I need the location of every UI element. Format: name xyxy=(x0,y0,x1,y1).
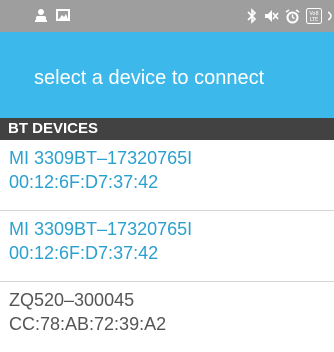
device-address: CC:78:AB:72:39:A2 xyxy=(9,314,167,334)
device-list-item[interactable]: MI 3309BT–17320765I 00:12:6F:D7:37:42 xyxy=(0,140,334,208)
device-name: ZQ520–300045 xyxy=(9,290,135,310)
alarm-icon xyxy=(285,8,300,24)
status-bar: Vo8 LTE xyxy=(0,0,334,32)
bluetooth-icon xyxy=(247,8,257,24)
device-address: 00:12:6F:D7:37:42 xyxy=(9,243,159,263)
section-header-label: BT DEVICES xyxy=(8,120,99,137)
bt-devices-section-header: BT DEVICES xyxy=(0,118,334,140)
device-name: MI 3309BT–17320765I xyxy=(9,148,193,168)
app-bar: select a device to connect xyxy=(0,32,334,118)
wifi-icon xyxy=(328,8,334,24)
person-notification-icon xyxy=(34,8,48,22)
device-list-item[interactable]: ZQ520–300045 CC:78:AB:72:39:A2 xyxy=(0,282,334,350)
status-bar-right: Vo8 LTE xyxy=(247,8,334,24)
svg-text:LTE: LTE xyxy=(310,17,318,23)
mute-icon xyxy=(263,8,279,24)
device-address: 00:12:6F:D7:37:42 xyxy=(9,172,159,192)
page-title: select a device to connect xyxy=(34,67,265,89)
volte-icon: Vo8 LTE xyxy=(306,8,322,24)
device-list-item[interactable]: MI 3309BT–17320765I 00:12:6F:D7:37:42 xyxy=(0,211,334,279)
device-picker-screen: Vo8 LTE select a device to connect BT DE… xyxy=(0,0,334,352)
image-notification-icon xyxy=(56,8,70,22)
device-name: MI 3309BT–17320765I xyxy=(9,219,193,239)
status-bar-left xyxy=(34,8,70,22)
